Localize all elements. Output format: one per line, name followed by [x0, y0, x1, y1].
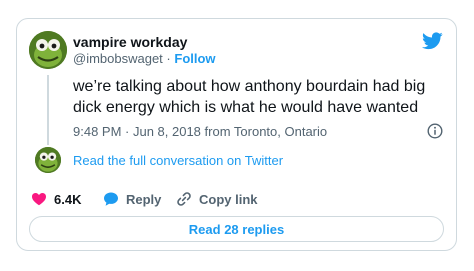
author-handle-row: @imbobswaget · Follow — [73, 51, 216, 66]
reply-label: Reply — [126, 191, 162, 207]
author-handle[interactable]: @imbobswaget — [73, 51, 163, 66]
tweet-text: we’re talking about how anthony bourdain… — [73, 78, 426, 116]
frog-puppet-avatar-icon — [29, 31, 67, 69]
frog-puppet-avatar-icon — [35, 147, 61, 173]
speech-bubble-icon — [104, 192, 118, 206]
viewer-avatar — [35, 147, 61, 173]
read-replies-button[interactable]: Read 28 replies — [29, 216, 444, 242]
tweet-card: vampire workday @imbobswaget · Follow we… — [16, 18, 457, 251]
tweet-timestamp[interactable]: 9:48 PM · Jun 8, 2018 from Toronto, Onta… — [73, 124, 327, 139]
info-circle-icon[interactable] — [427, 123, 443, 139]
copy-link-label: Copy link — [199, 191, 258, 207]
thread-line — [47, 75, 49, 145]
heart-icon — [32, 193, 46, 206]
like-button[interactable]: 6.4K — [31, 191, 81, 207]
link-icon — [177, 192, 191, 206]
handle-separator: · — [166, 51, 171, 66]
reply-button[interactable]: Reply — [103, 191, 161, 207]
read-full-conversation-link[interactable]: Read the full conversation on Twitter — [73, 153, 283, 168]
author-display-name[interactable]: vampire workday — [73, 34, 187, 50]
author-avatar[interactable] — [29, 31, 67, 69]
twitter-bird-icon[interactable] — [422, 32, 443, 50]
copy-link-button[interactable]: Copy link — [176, 191, 258, 207]
follow-button[interactable]: Follow — [174, 51, 215, 66]
like-count: 6.4K — [54, 191, 82, 207]
